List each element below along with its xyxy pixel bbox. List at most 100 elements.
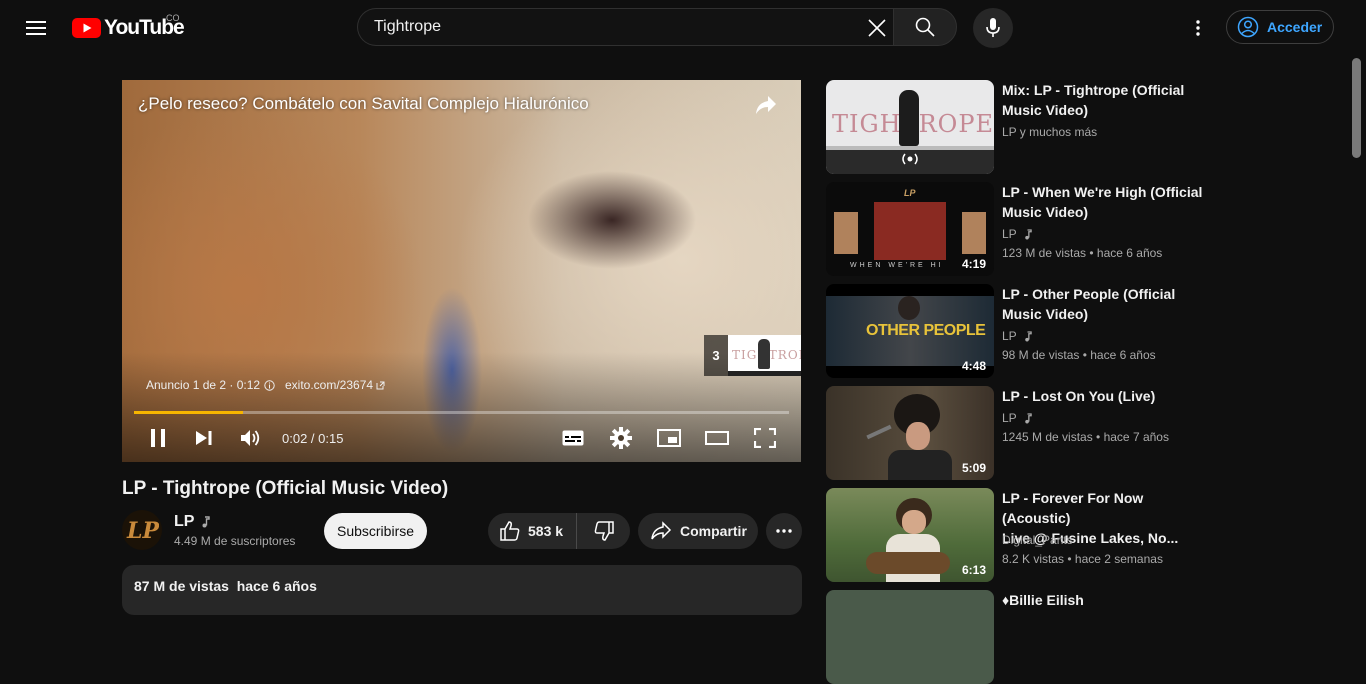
recommendation-title: LP - Other People (Official Music Video) xyxy=(1002,286,1176,322)
pause-button[interactable] xyxy=(144,426,172,450)
music-note-icon xyxy=(1024,330,1032,341)
signin-label: Acceder xyxy=(1267,19,1323,35)
video-thumbnail[interactable] xyxy=(826,590,994,684)
share-button[interactable]: Compartir xyxy=(638,513,758,549)
video-thumbnail[interactable]: 6:13 xyxy=(826,488,994,582)
video-player[interactable]: ¿Pelo reseco? Combátelo con Savital Comp… xyxy=(122,80,801,462)
account-icon xyxy=(1237,16,1259,38)
recommendation-title: LP - Lost On You (Live) xyxy=(1002,388,1156,404)
more-actions-button[interactable] xyxy=(766,513,802,549)
close-icon xyxy=(868,19,886,37)
pause-icon xyxy=(151,429,165,447)
next-button[interactable] xyxy=(190,426,218,450)
external-link-icon xyxy=(376,381,385,389)
signin-button[interactable]: Acceder xyxy=(1226,10,1334,44)
miniplayer-icon xyxy=(657,429,681,447)
recommendation-item[interactable]: 6:13 LP - Forever For Now (Acoustic) Live… xyxy=(826,488,1206,582)
svg-text:LP: LP xyxy=(126,518,159,543)
settings-button[interactable] xyxy=(607,426,635,450)
ad-link[interactable]: exito.com/23674 xyxy=(285,378,385,392)
recommendation-item[interactable]: ♦Billie Eilish xyxy=(826,590,1206,684)
recommendation-title: Mix: LP - Tightrope (Official Music Video… xyxy=(1002,82,1185,118)
thumbs-up-icon xyxy=(500,521,520,541)
info-icon[interactable] xyxy=(264,379,275,391)
more-vertical-icon xyxy=(1196,20,1200,36)
music-note-icon xyxy=(1024,412,1032,423)
subscriber-count: 4.49 M de suscriptores xyxy=(174,534,296,548)
music-note-icon xyxy=(1024,228,1032,239)
thumbs-down-icon xyxy=(594,521,614,541)
search-button[interactable] xyxy=(893,8,957,46)
recommendation-channel[interactable]: Digital_Pants xyxy=(1002,533,1073,547)
mix-radio-icon xyxy=(902,153,918,165)
recommendation-channel[interactable]: LP xyxy=(1002,329,1032,343)
recommendation-channel[interactable]: LP y muchos más xyxy=(1002,125,1097,139)
dislike-button[interactable] xyxy=(577,513,630,549)
like-count: 583 k xyxy=(528,523,564,539)
lp-logo-icon: LP xyxy=(126,518,159,543)
share-ad-button[interactable] xyxy=(754,94,778,116)
fullscreen-icon xyxy=(754,428,776,448)
skip-thumbnail: TIGHTROPE xyxy=(728,335,801,376)
voice-search-button[interactable] xyxy=(973,8,1013,48)
skip-countdown: 3 xyxy=(704,335,728,376)
recommendation-item[interactable]: TIGHTROPE Mix: LP - Tightrope (OfficialM… xyxy=(826,80,1206,174)
share-icon xyxy=(651,521,672,540)
page-scrollbar[interactable] xyxy=(1352,58,1361,158)
video-thumbnail[interactable]: TIGHTROPE xyxy=(826,80,994,174)
recommendation-item[interactable]: LP WHEN WE'RE HI 4:19 LP - When We're Hi… xyxy=(826,182,1206,276)
miniplayer-button[interactable] xyxy=(655,426,683,450)
settings-menu-button[interactable] xyxy=(1186,15,1210,41)
video-thumbnail[interactable]: LP WHEN WE'RE HI 4:19 xyxy=(826,182,994,276)
gear-icon xyxy=(610,427,632,449)
recommendation-item[interactable]: OTHER PEOPLE 4:48 LP - Other People (Off… xyxy=(826,284,1206,378)
theater-mode-button[interactable] xyxy=(703,426,731,450)
video-thumbnail[interactable]: 5:09 xyxy=(826,386,994,480)
video-duration: 4:19 xyxy=(961,257,986,271)
youtube-play-icon xyxy=(72,18,101,38)
recommendation-meta: 98 M de vistas • hace 6 años xyxy=(1002,348,1156,362)
mic-icon xyxy=(986,18,1000,37)
hamburger-icon xyxy=(26,21,46,35)
video-title: LP - Tightrope (Official Music Video) xyxy=(122,478,449,499)
time-display: 0:02 / 0:15 xyxy=(282,431,344,446)
country-code: CO xyxy=(166,13,180,23)
search-value[interactable]: Tightrope xyxy=(374,18,441,36)
captions-button[interactable] xyxy=(559,426,587,450)
recommendation-meta: 123 M de vistas • hace 6 años xyxy=(1002,246,1163,260)
recommendation-item[interactable]: 5:09 LP - Lost On You (Live) LP 1245 M d… xyxy=(826,386,1206,480)
volume-button[interactable] xyxy=(237,426,265,450)
video-duration: 5:09 xyxy=(961,461,986,475)
recommendation-title: LP - When We're High (Official Music Vide… xyxy=(1002,184,1203,220)
like-button[interactable]: 583 k xyxy=(488,513,577,549)
video-duration: 6:13 xyxy=(961,563,986,577)
clear-search-button[interactable] xyxy=(862,13,892,43)
menu-button[interactable] xyxy=(20,12,52,44)
fullscreen-button[interactable] xyxy=(751,426,779,450)
like-dislike-group: 583 k xyxy=(488,513,630,549)
recommendation-title: ♦Billie Eilish xyxy=(1002,592,1084,608)
progress-fill xyxy=(134,411,244,414)
ad-title[interactable]: ¿Pelo reseco? Combátelo con Savital Comp… xyxy=(138,94,589,114)
skip-preview: 3 TIGHTROPE xyxy=(704,335,801,376)
ad-counter: Anuncio 1 de 2 · 0:12 xyxy=(146,378,275,392)
more-horizontal-icon xyxy=(776,529,792,533)
channel-avatar[interactable]: LP xyxy=(122,510,162,550)
recommendation-channel[interactable]: LP xyxy=(1002,411,1032,425)
volume-icon xyxy=(241,430,260,446)
share-label: Compartir xyxy=(680,523,747,539)
subscribe-button[interactable]: Subscribirse xyxy=(324,513,427,549)
theater-icon xyxy=(705,431,729,445)
recommendation-meta: 1245 M de vistas • hace 7 años xyxy=(1002,430,1169,444)
channel-name[interactable]: LP xyxy=(174,513,211,531)
share-arrow-icon xyxy=(756,96,776,114)
video-thumbnail[interactable]: OTHER PEOPLE 4:48 xyxy=(826,284,994,378)
view-count-date: 87 M de vistas hace 6 años xyxy=(134,578,317,594)
video-duration: 4:48 xyxy=(961,359,986,373)
subtitles-icon xyxy=(562,430,584,446)
music-note-icon xyxy=(202,516,211,528)
recommendation-meta: 8.2 K vistas • hace 2 semanas xyxy=(1002,552,1163,566)
skip-next-icon xyxy=(196,431,212,445)
recommendation-channel[interactable]: LP xyxy=(1002,227,1032,241)
search-icon xyxy=(915,17,935,37)
